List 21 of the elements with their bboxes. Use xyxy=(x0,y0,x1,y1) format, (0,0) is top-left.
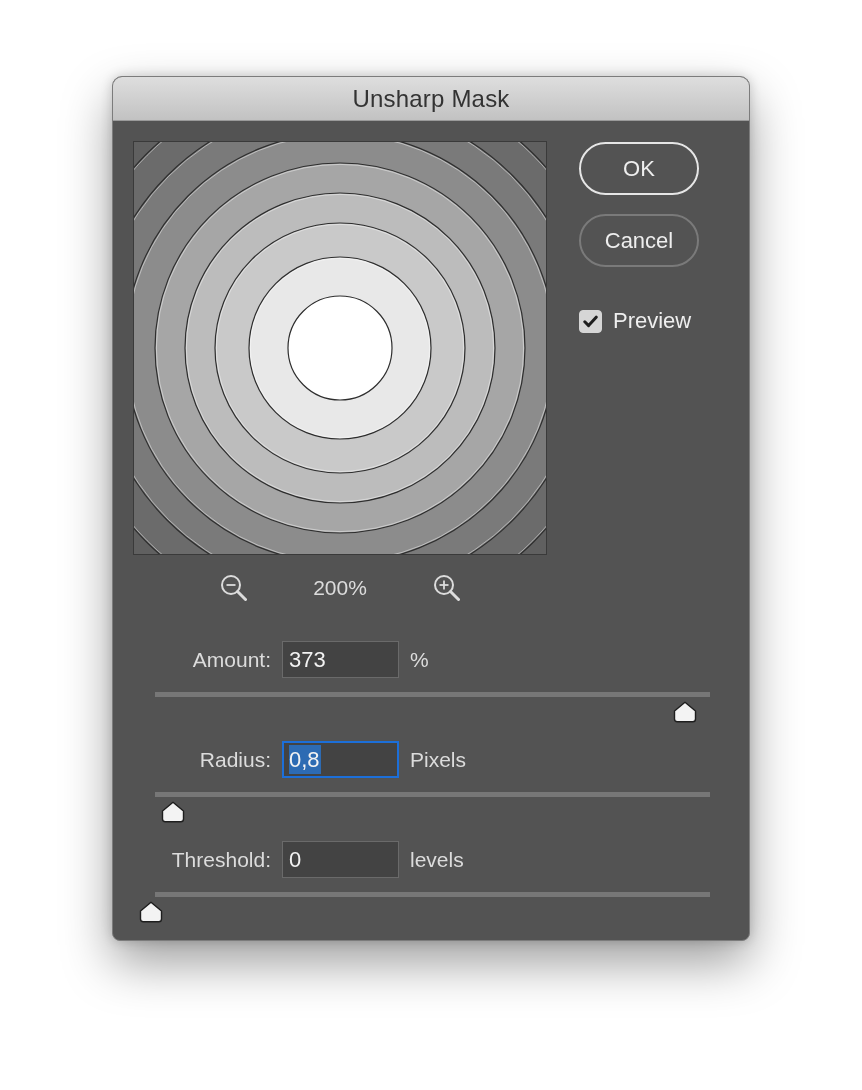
zoom-level: 200% xyxy=(313,575,367,600)
slider-thumb[interactable] xyxy=(161,801,186,823)
field-label: Radius: xyxy=(198,747,271,772)
unit-label: Pixels xyxy=(410,747,467,772)
zoom-out-icon[interactable] xyxy=(220,574,248,601)
field-label: Threshold: xyxy=(170,847,271,872)
unit-label: % xyxy=(410,647,429,672)
cancel-button[interactable]: Cancel xyxy=(579,214,699,267)
slider-thumb[interactable] xyxy=(139,901,163,923)
input-field[interactable]: 0 xyxy=(282,841,399,878)
zoom-in-icon[interactable] xyxy=(432,574,460,601)
slider-thumb[interactable] xyxy=(672,701,697,723)
checkmark-icon xyxy=(583,314,598,328)
ok-button[interactable]: OK xyxy=(579,142,699,195)
input-field[interactable]: 373 xyxy=(282,641,399,678)
window-title: Unsharp Mask xyxy=(352,84,510,113)
input-field[interactable]: 0,8 xyxy=(282,741,399,778)
field-label: Amount: xyxy=(191,647,271,672)
preview-checkbox[interactable] xyxy=(579,309,602,333)
unit-label: levels xyxy=(410,847,464,872)
preview-label: Preview xyxy=(613,308,692,334)
